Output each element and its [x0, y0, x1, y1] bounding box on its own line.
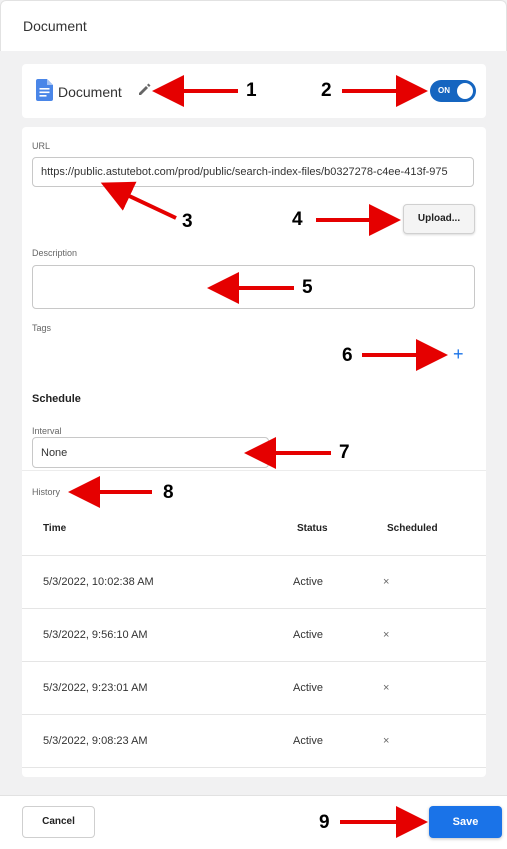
- arrow-3: [100, 181, 177, 220]
- annotation-arrows: [68, 75, 448, 838]
- annotation-number: 4: [292, 209, 303, 230]
- annotation-number: 5: [302, 277, 313, 298]
- annotation-number: 3: [182, 211, 193, 232]
- annotation-number: 2: [321, 80, 332, 101]
- annotation-number: 6: [342, 345, 353, 366]
- annotation-number: 8: [163, 482, 174, 503]
- annotation-number: 9: [319, 812, 330, 833]
- annotation-number: 7: [339, 442, 350, 463]
- annotation-number: 1: [246, 80, 257, 101]
